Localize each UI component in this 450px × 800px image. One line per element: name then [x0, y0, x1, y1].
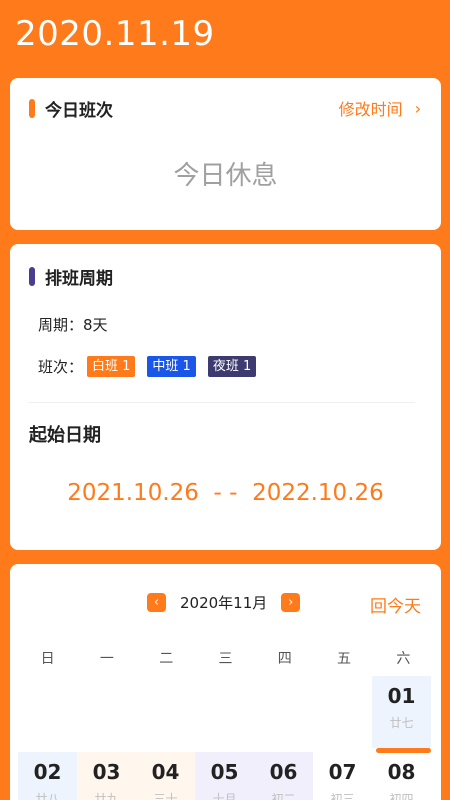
- day-number: 07: [328, 760, 357, 784]
- day-lunar: 廿九: [94, 792, 119, 800]
- edit-time-button[interactable]: 修改时间 ›: [339, 96, 421, 120]
- day-lunar: 十月: [212, 792, 237, 800]
- divider: [28, 402, 415, 403]
- shift-cycle-card: 排班周期 周期： 8天 班次： 白班 1 中班 1 夜班 1 起始日期 2021…: [10, 244, 441, 550]
- day-lunar: 初二: [271, 792, 296, 800]
- chevron-left-icon[interactable]: ‹: [147, 593, 166, 612]
- weekday-sun: 日: [40, 651, 55, 667]
- day-number: 04: [151, 760, 180, 784]
- shifts-row: 班次： 白班 1 中班 1 夜班 1: [38, 356, 268, 377]
- calendar-day[interactable]: 08 初四: [372, 752, 431, 800]
- shift-tag-day: 白班 1: [87, 356, 136, 377]
- cycle-title: 排班周期: [45, 269, 113, 289]
- calendar-day[interactable]: 07 初三: [313, 752, 372, 800]
- day-number: 06: [269, 760, 298, 784]
- calendar-card: ‹ 2020年11月 › 回今天 日 一 二 三 四 五 六 01 廿七 02 …: [10, 564, 441, 800]
- today-shift-title-row: 今日班次: [29, 96, 113, 121]
- chevron-right-icon[interactable]: ›: [281, 593, 301, 612]
- shift-tag-mid: 中班 1: [147, 356, 196, 377]
- date-range[interactable]: 2021.10.26 - - 2022.10.26: [10, 480, 441, 506]
- day-lunar: 廿八: [35, 792, 60, 800]
- today-shift-title: 今日班次: [45, 101, 113, 121]
- day-number: 08: [387, 760, 416, 784]
- chevron-right-icon: ›: [414, 98, 421, 118]
- start-date-title: 起始日期: [29, 425, 101, 446]
- weekday-tue: 二: [159, 651, 174, 667]
- day-number: 03: [92, 760, 121, 784]
- day-number: 01: [387, 684, 416, 708]
- weekday-mon: 一: [99, 651, 114, 667]
- title-accent-bar: [29, 267, 35, 286]
- weekday-header: 日 一 二 三 四 五 六: [18, 648, 433, 668]
- period-value: 8天: [83, 316, 108, 334]
- cycle-title-row: 排班周期: [29, 264, 113, 289]
- calendar-day[interactable]: 02 廿八: [18, 752, 77, 800]
- header-date: 2020.11.19: [15, 14, 215, 54]
- weekday-thu: 四: [277, 651, 292, 667]
- today-shift-card: 今日班次 修改时间 › 今日休息: [10, 78, 441, 230]
- calendar-day[interactable]: 06 初二: [254, 752, 313, 800]
- calendar-day[interactable]: 03 廿九: [77, 752, 136, 800]
- day-lunar: 初四: [389, 792, 414, 800]
- period-label: 周期：: [38, 316, 84, 334]
- shift-tag-night: 夜班 1: [207, 356, 257, 377]
- day-lunar: 初三: [330, 792, 355, 800]
- today-status: 今日休息: [173, 161, 278, 191]
- calendar-day[interactable]: 05 十月: [195, 752, 254, 800]
- calendar-day[interactable]: 01 廿七: [372, 676, 431, 753]
- month-navigator: ‹ 2020年11月 ›: [147, 592, 301, 613]
- day-number: 02: [33, 760, 62, 784]
- calendar-day[interactable]: 04 三十: [136, 752, 195, 800]
- weekday-fri: 五: [337, 651, 352, 667]
- day-lunar: 三十: [153, 792, 178, 800]
- title-accent-bar: [29, 99, 35, 118]
- day-number: 05: [210, 760, 239, 784]
- day-lunar: 廿七: [389, 716, 414, 730]
- back-to-today-button[interactable]: 回今天: [370, 592, 421, 617]
- edit-time-label: 修改时间: [338, 100, 403, 119]
- shifts-label: 班次：: [38, 358, 84, 376]
- weekday-sat: 六: [396, 651, 411, 667]
- period-row: 周期： 8天: [38, 314, 108, 335]
- weekday-wed: 三: [218, 651, 233, 667]
- month-label: 2020年11月: [180, 594, 268, 612]
